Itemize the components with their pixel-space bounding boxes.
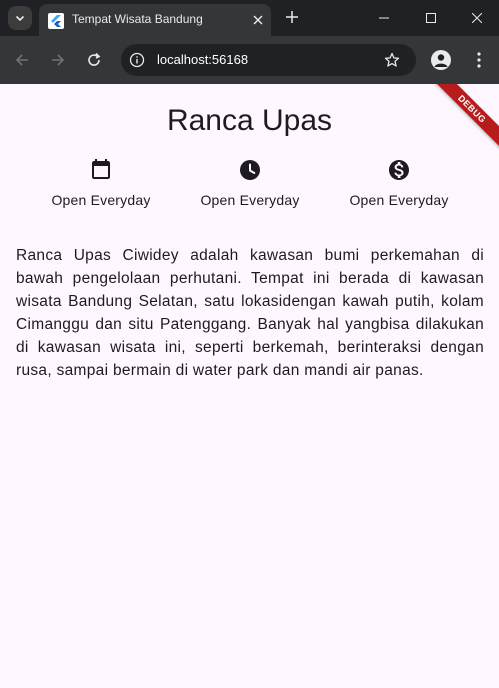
window-close-button[interactable]	[465, 6, 489, 30]
info-item-calendar: Open Everyday	[26, 158, 176, 208]
tab-title: Tempat Wisata Bandung	[72, 12, 203, 26]
profile-button[interactable]	[431, 50, 451, 70]
flutter-icon	[48, 13, 64, 29]
clock-icon	[238, 158, 262, 182]
arrow-left-icon	[15, 54, 28, 66]
maximize-button[interactable]	[419, 6, 443, 30]
info-item-money: Open Everyday	[324, 158, 474, 208]
address-url[interactable]: localhost:56168	[157, 52, 248, 67]
star-icon	[384, 52, 400, 67]
reload-icon	[88, 52, 101, 66]
new-tab-button[interactable]	[282, 7, 302, 27]
page-title: Ranca Upas	[166, 104, 333, 137]
info-item-clock: Open Everyday	[175, 158, 325, 208]
info-icon[interactable]	[129, 52, 145, 68]
calendar-icon	[89, 158, 113, 182]
address-bar[interactable]: localhost:56168	[121, 44, 416, 76]
plus-icon	[286, 11, 298, 23]
browser-toolbar: localhost:56168	[0, 36, 499, 84]
maximize-icon	[426, 13, 436, 23]
money-icon	[387, 158, 411, 182]
browser-tab-bar: Tempat Wisata Bandung	[0, 0, 499, 36]
forward-button[interactable]	[46, 48, 70, 72]
more-vert-icon	[477, 52, 481, 68]
close-icon	[472, 13, 482, 23]
info-label: Open Everyday	[200, 192, 300, 208]
chevron-down-icon	[15, 15, 25, 22]
browser-menu-button[interactable]	[469, 48, 489, 72]
arrow-right-icon	[52, 54, 65, 66]
person-icon	[434, 54, 448, 67]
browser-tab[interactable]: Tempat Wisata Bandung	[39, 4, 271, 36]
back-button[interactable]	[10, 48, 34, 72]
minimize-button[interactable]	[372, 6, 396, 30]
tab-close-button[interactable]	[249, 11, 267, 29]
reload-button[interactable]	[82, 48, 106, 72]
description-text: Ranca Upas Ciwidey adalah kawasan bumi p…	[16, 247, 484, 379]
info-label: Open Everyday	[349, 192, 449, 208]
minimize-icon	[379, 17, 389, 19]
page-content: Ranca Upas Open Everyday Open Everyday O…	[0, 84, 499, 688]
close-icon	[253, 15, 263, 25]
info-label: Open Everyday	[51, 192, 151, 208]
bookmark-button[interactable]	[383, 51, 401, 69]
tab-search-button[interactable]	[8, 6, 32, 30]
